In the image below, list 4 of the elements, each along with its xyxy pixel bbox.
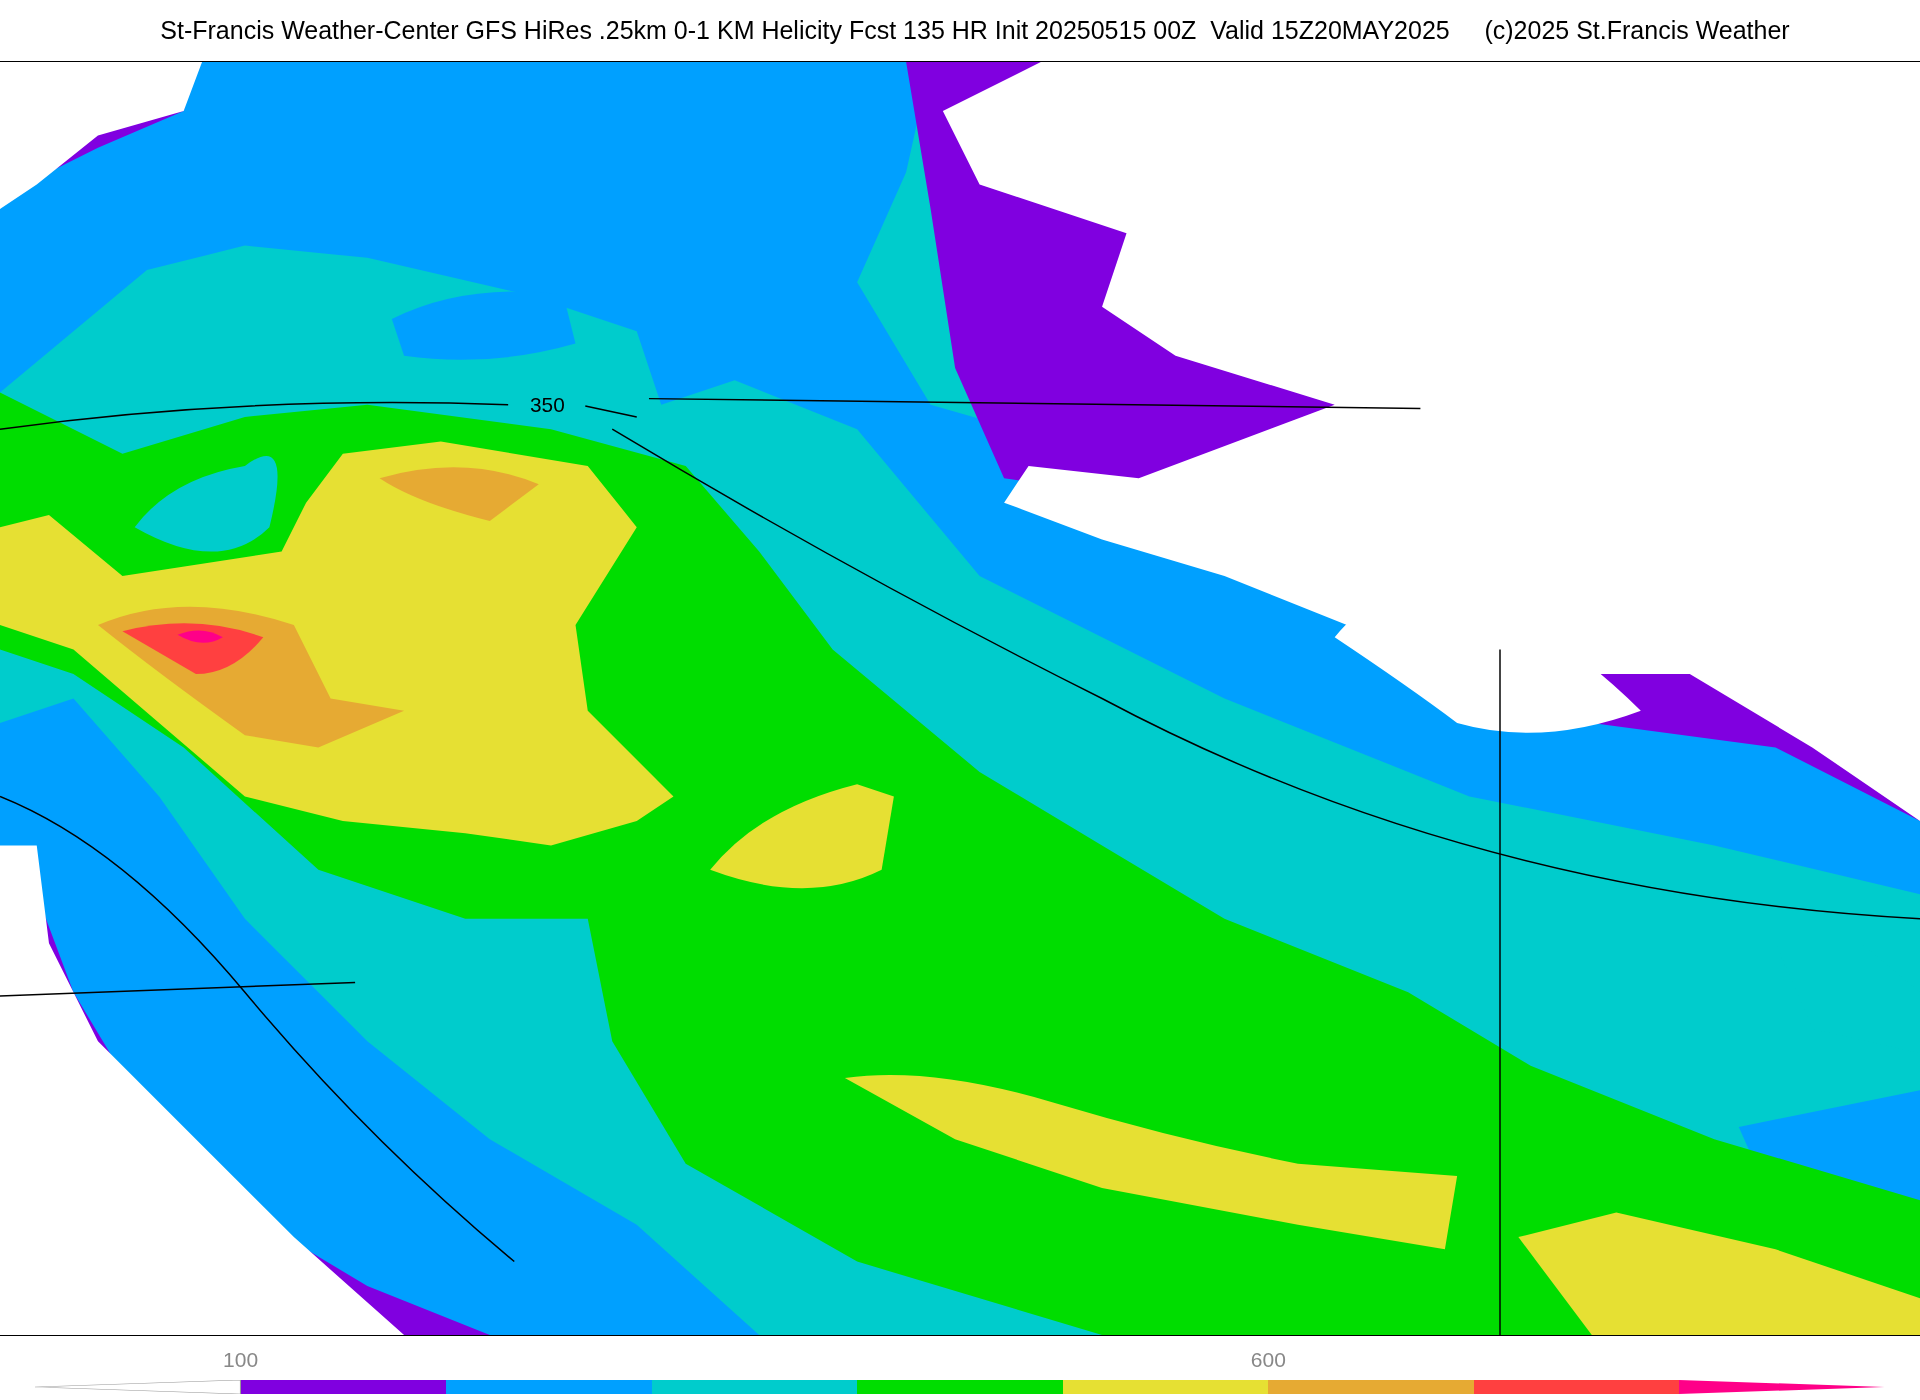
colorbar-tick-label: 600 <box>1250 1347 1286 1373</box>
map-title: St-Francis Weather-Center GFS HiRes .25km 0-1 KM Helicity Fcst 135 HR Init 20250515 00Z Valid 15Z20MAY2025 (c)2025 St.Francis Weather <box>159 14 1790 46</box>
contour-label: 350 <box>530 393 565 417</box>
colorbar-tick-label: 100 <box>223 1347 259 1373</box>
